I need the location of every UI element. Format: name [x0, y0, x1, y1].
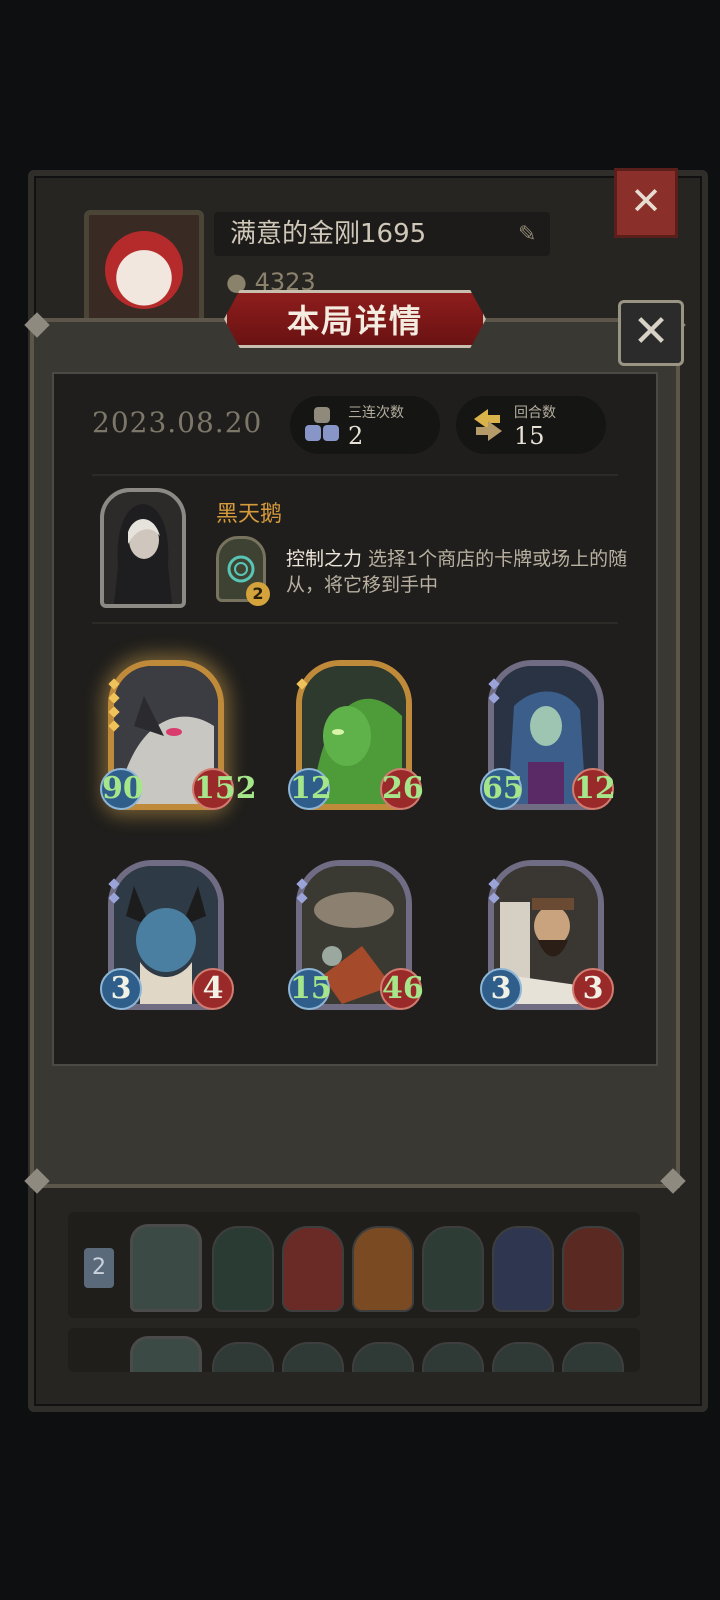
- hero-power-name: 控制之力: [286, 548, 363, 570]
- minion-thumb: [352, 1342, 414, 1372]
- health-value: 26: [380, 768, 424, 810]
- health-value: 4: [192, 968, 234, 1010]
- pencil-icon[interactable]: ✎: [518, 222, 536, 247]
- minion-thumb: [282, 1342, 344, 1372]
- avatar-face: [105, 231, 183, 309]
- minion-thumb: [352, 1226, 414, 1312]
- dialog-title: 本局详情: [286, 302, 423, 340]
- rank-badge: 2: [84, 1248, 114, 1288]
- minion-thumb: [562, 1342, 624, 1372]
- minion-thumb: [492, 1342, 554, 1372]
- hero-art: [114, 504, 172, 604]
- hero-name: 黑天鹅: [216, 502, 283, 527]
- hero-thumb: [130, 1336, 202, 1372]
- dialog-title-banner: 本局详情: [224, 290, 486, 348]
- minion-thumb: [282, 1226, 344, 1312]
- minion-thumb: [212, 1342, 274, 1372]
- hero-portrait: [100, 488, 186, 608]
- attack-value: 3: [480, 968, 522, 1010]
- minion-thumb: [422, 1342, 484, 1372]
- hero-power-description: 控制之力 选择1个商店的卡牌或场上的随从，将它移到手中: [286, 546, 646, 598]
- triple-icon: [302, 404, 342, 446]
- attack-value: 90: [100, 768, 144, 810]
- match-date: 2023.08.20: [92, 406, 263, 439]
- hero-thumb: [130, 1224, 202, 1312]
- attack-value: 15: [288, 968, 332, 1010]
- close-icon: ✕: [632, 306, 670, 357]
- minion-thumb: [562, 1226, 624, 1312]
- minion-thumb: [212, 1226, 274, 1312]
- close-button[interactable]: ✕: [618, 300, 684, 366]
- triples-stat: 三连次数 2: [290, 396, 440, 454]
- health-value: 3: [572, 968, 614, 1010]
- turns-label: 回合数: [514, 405, 556, 421]
- player-avatar: [84, 210, 204, 330]
- divider: [92, 474, 618, 476]
- player-name: 满意的金刚1695: [214, 212, 550, 256]
- turns-value: 15: [514, 422, 545, 450]
- attack-value: 3: [100, 968, 142, 1010]
- attack-value: 12: [288, 768, 332, 810]
- power-cost-badge: 2: [246, 582, 270, 606]
- history-row[interactable]: [68, 1328, 640, 1372]
- health-value: 152: [192, 768, 257, 810]
- divider: [92, 622, 618, 624]
- triples-value: 2: [348, 422, 364, 450]
- minion-thumb: [422, 1226, 484, 1312]
- health-value: 46: [380, 968, 424, 1010]
- health-value: 12: [572, 768, 616, 810]
- triples-label: 三连次数: [348, 405, 404, 421]
- profile-close-icon[interactable]: ✕: [614, 168, 678, 238]
- minion-thumb: [492, 1226, 554, 1312]
- turns-stat: 回合数 15: [456, 396, 606, 454]
- history-row[interactable]: 2: [68, 1212, 640, 1318]
- turn-arrows-icon: [468, 404, 508, 446]
- attack-value: 65: [480, 768, 524, 810]
